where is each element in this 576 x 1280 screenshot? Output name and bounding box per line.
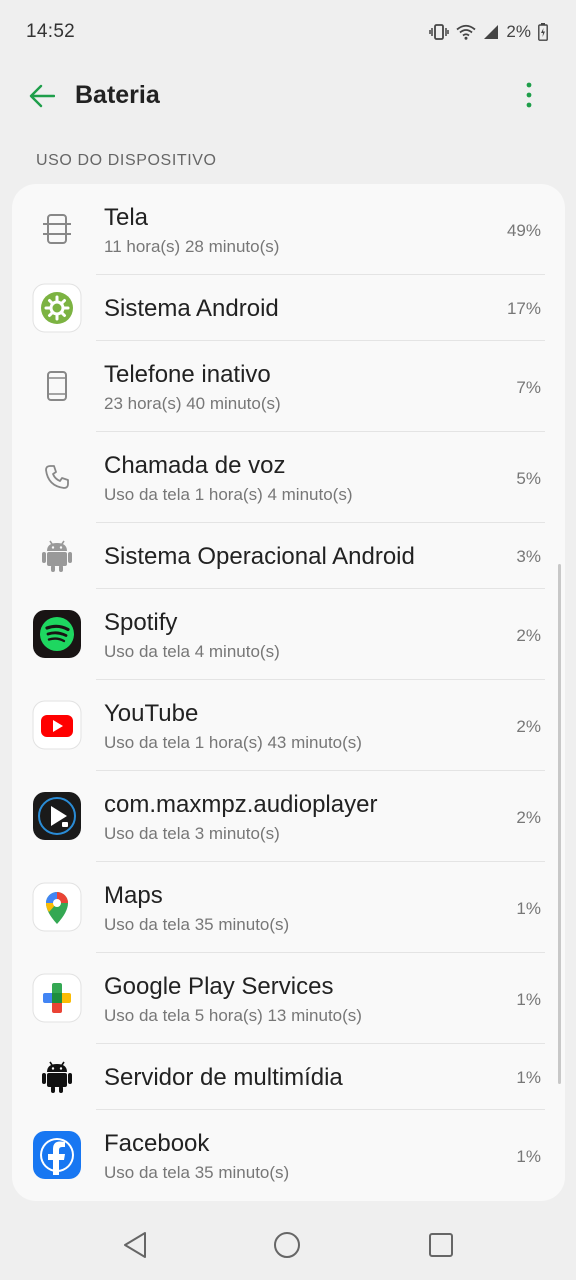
android-os-icon: [32, 531, 82, 581]
list-item[interactable]: Google Play Services Uso da tela 5 hora(…: [12, 953, 565, 1044]
item-percent: 2%: [516, 808, 541, 827]
item-subtitle: Uso da tela 4 minuto(s): [104, 642, 280, 661]
android-system-icon: [32, 283, 82, 333]
battery-percent: 2%: [506, 22, 531, 41]
item-percent: 2%: [516, 717, 541, 736]
nav-back-button[interactable]: [120, 1230, 150, 1260]
item-title: com.maxmpz.audioplayer: [104, 791, 378, 818]
item-title: Tela: [104, 204, 149, 231]
usage-list: Tela 11 hora(s) 28 minuto(s) 49% Sistema…: [12, 184, 565, 1201]
item-subtitle: 11 hora(s) 28 minuto(s): [104, 237, 280, 256]
youtube-icon: [32, 700, 82, 750]
triangle-back-icon: [124, 1232, 146, 1258]
item-title: Chamada de voz: [104, 452, 286, 479]
circle-home-icon: [274, 1232, 300, 1258]
phone-idle-icon: [32, 361, 82, 411]
square-recents-icon: [429, 1233, 453, 1257]
item-subtitle: Uso da tela 1 hora(s) 4 minuto(s): [104, 485, 353, 504]
battery-icon: [538, 23, 548, 41]
back-button[interactable]: [26, 80, 58, 112]
item-title: Servidor de multimídia: [104, 1064, 343, 1091]
item-title: Telefone inativo: [104, 361, 271, 388]
item-title: Maps: [104, 882, 163, 909]
list-item[interactable]: Maps Uso da tela 35 minuto(s) 1%: [12, 862, 565, 953]
item-title: Sistema Operacional Android: [104, 543, 415, 570]
nav-home-button[interactable]: [272, 1230, 302, 1260]
list-item[interactable]: com.maxmpz.audioplayer Uso da tela 3 min…: [12, 771, 565, 862]
list-item[interactable]: Telefone inativo 23 hora(s) 40 minuto(s)…: [12, 341, 565, 432]
list-item[interactable]: Sistema Android 17%: [12, 275, 565, 341]
nav-recents-button[interactable]: [426, 1230, 456, 1260]
item-subtitle: 23 hora(s) 40 minuto(s): [104, 394, 281, 413]
item-percent: 1%: [516, 1068, 541, 1087]
item-subtitle: Uso da tela 5 hora(s) 13 minuto(s): [104, 1006, 362, 1025]
media-server-icon: [32, 1052, 82, 1102]
audioplayer-icon: [32, 791, 82, 841]
spotify-icon: [32, 609, 82, 659]
item-percent: 5%: [516, 469, 541, 488]
section-header: USO DO DISPOSITIVO: [36, 152, 217, 169]
item-title: YouTube: [104, 700, 199, 727]
voice-call-icon: [32, 452, 82, 502]
status-bar: 14:52 2%: [0, 0, 576, 64]
play-services-icon: [32, 973, 82, 1023]
item-percent: 7%: [516, 378, 541, 397]
status-time: 14:52: [26, 21, 76, 42]
wifi-icon: [456, 24, 476, 40]
item-subtitle: Uso da tela 1 hora(s) 43 minuto(s): [104, 733, 362, 752]
list-item[interactable]: Tela 11 hora(s) 28 minuto(s) 49%: [12, 184, 565, 275]
item-percent: 3%: [516, 547, 541, 566]
item-title: Google Play Services: [104, 973, 334, 1000]
screen-icon: [32, 204, 82, 254]
facebook-icon: [32, 1130, 82, 1180]
list-item[interactable]: Chamada de voz Uso da tela 1 hora(s) 4 m…: [12, 432, 565, 523]
scrollbar[interactable]: [558, 564, 561, 1084]
item-subtitle: Uso da tela 3 minuto(s): [104, 824, 280, 843]
back-arrow-icon: [29, 84, 55, 108]
more-options-button[interactable]: [514, 78, 544, 112]
item-percent: 2%: [516, 626, 541, 645]
item-title: Sistema Android: [104, 295, 279, 322]
item-subtitle: Uso da tela 35 minuto(s): [104, 915, 290, 934]
more-vert-icon: [526, 82, 532, 108]
item-percent: 1%: [516, 990, 541, 1009]
page-title: Bateria: [75, 81, 160, 109]
list-item[interactable]: Spotify Uso da tela 4 minuto(s) 2%: [12, 589, 565, 680]
maps-icon: [32, 882, 82, 932]
item-percent: 17%: [506, 299, 541, 318]
item-title: Spotify: [104, 609, 178, 636]
item-percent: 1%: [516, 899, 541, 918]
status-icons: 2%: [429, 22, 548, 42]
list-item[interactable]: Sistema Operacional Android 3%: [12, 523, 565, 589]
list-item[interactable]: Facebook Uso da tela 35 minuto(s) 1%: [12, 1110, 565, 1201]
item-percent: 49%: [506, 221, 541, 240]
signal-icon: [483, 24, 499, 40]
item-percent: 1%: [516, 1147, 541, 1166]
vibrate-icon: [429, 24, 450, 40]
app-bar: Bateria: [0, 64, 576, 126]
navigation-bar: [0, 1210, 576, 1280]
item-subtitle: Uso da tela 35 minuto(s): [104, 1163, 290, 1182]
list-item[interactable]: YouTube Uso da tela 1 hora(s) 43 minuto(…: [12, 680, 565, 771]
list-item[interactable]: Servidor de multimídia 1%: [12, 1044, 565, 1110]
item-title: Facebook: [104, 1130, 210, 1157]
